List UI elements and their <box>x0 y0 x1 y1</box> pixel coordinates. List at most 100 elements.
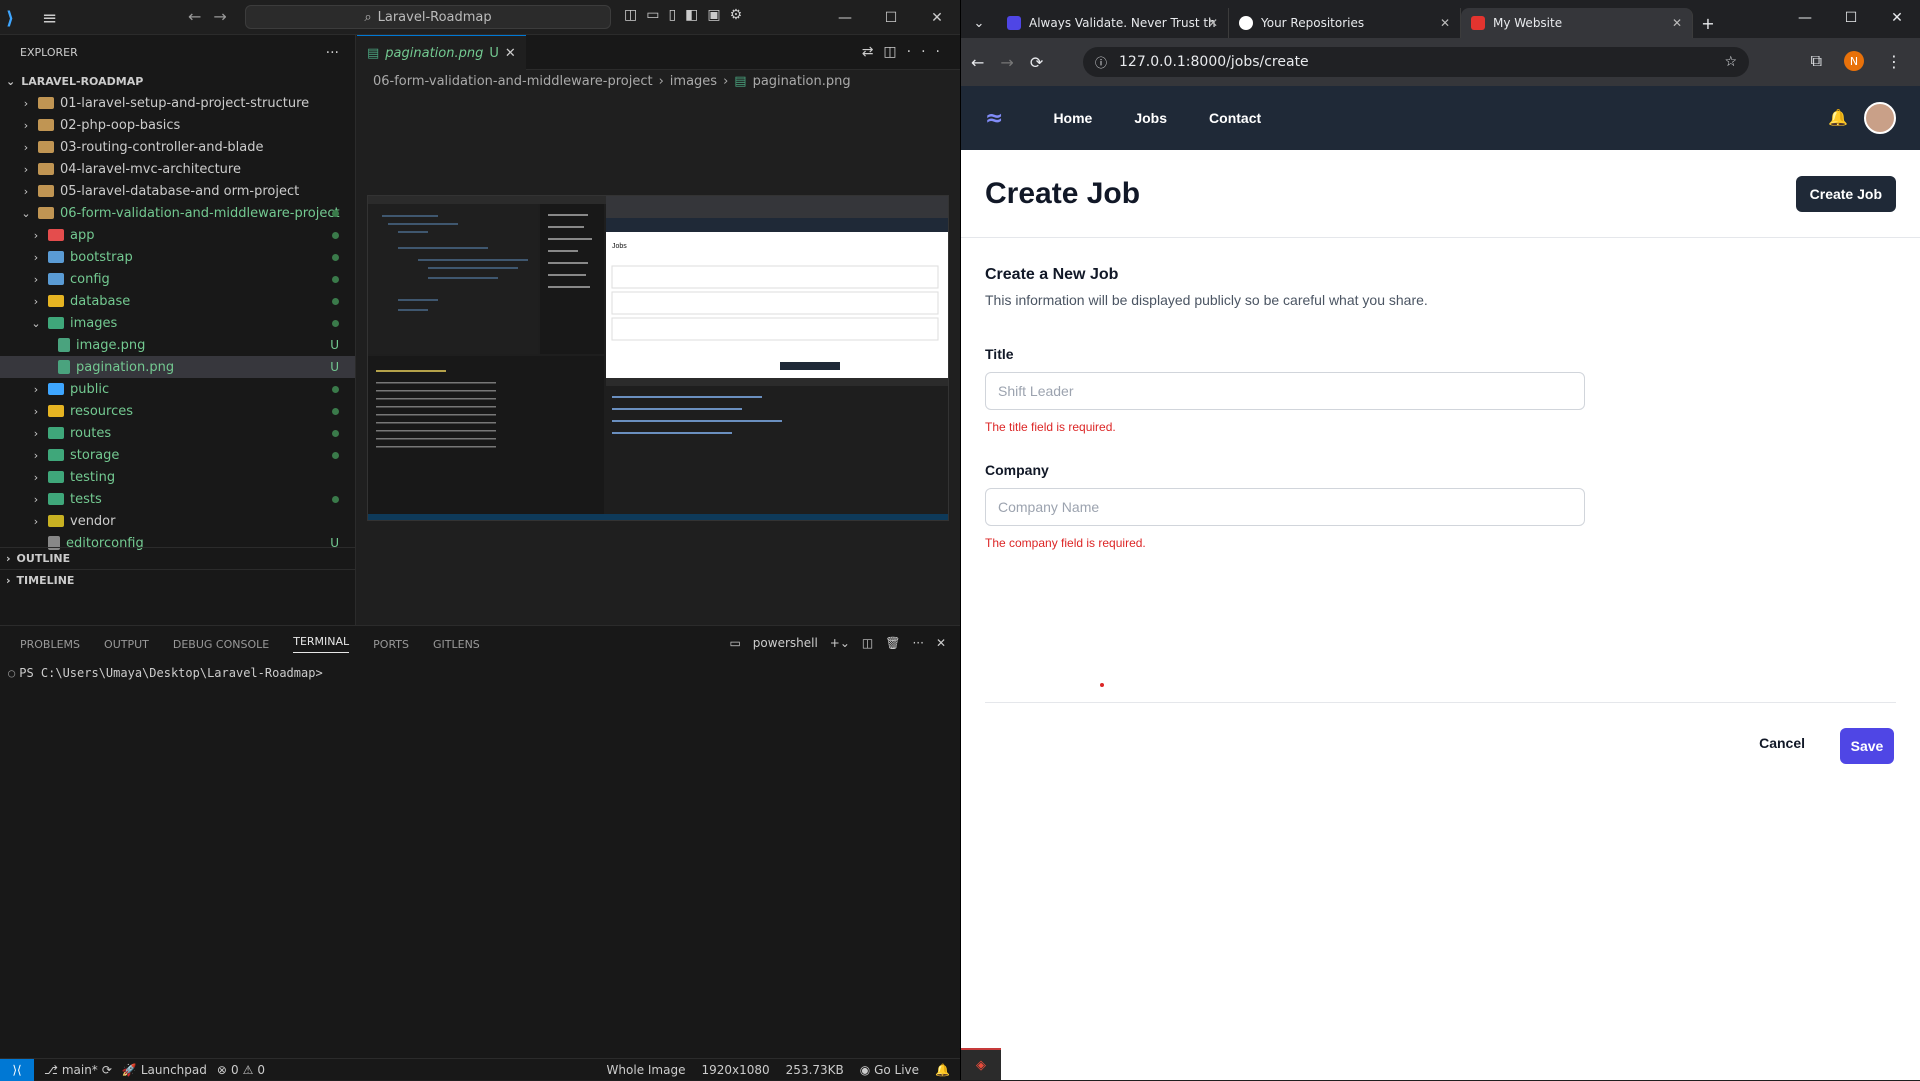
new-tab-icon[interactable]: + <box>1693 8 1723 38</box>
git-status-dot <box>332 250 339 264</box>
menu-icon[interactable]: ≡ <box>42 8 57 29</box>
cursor-dot <box>1100 683 1104 687</box>
back-icon[interactable]: ← <box>971 53 984 72</box>
tab-debug-console[interactable]: DEBUG CONSOLE <box>173 638 269 651</box>
maximize-icon[interactable]: ☐ <box>868 0 914 35</box>
launchpad-status[interactable]: 🚀 Launchpad <box>122 1063 207 1077</box>
close-panel-icon[interactable]: ✕ <box>936 636 946 650</box>
problems-status[interactable]: ⊗ 0 ⚠ 0 <box>217 1063 265 1077</box>
bell-icon[interactable]: 🔔 <box>935 1063 950 1077</box>
address-bar[interactable]: ⓘ 127.0.0.1:8000/jobs/create ☆ <box>1083 47 1749 77</box>
git-status-badge: U <box>330 338 339 352</box>
more-icon[interactable]: ··· <box>326 45 339 61</box>
trash-icon[interactable]: 🗑 <box>885 636 900 650</box>
close-icon[interactable]: ✕ <box>1874 0 1920 35</box>
laravel-debugbar-icon[interactable]: ◈ <box>961 1048 1001 1080</box>
minimize-icon[interactable]: — <box>822 0 868 35</box>
close-icon[interactable]: ✕ <box>914 0 960 35</box>
bell-icon[interactable]: 🔔 <box>1828 108 1848 127</box>
logo-icon[interactable]: ≈ <box>985 106 1003 131</box>
tab-ports[interactable]: PORTS <box>373 638 409 651</box>
tree-item[interactable]: › 02-php-oop-basics <box>0 114 355 136</box>
create-job-button[interactable]: Create Job <box>1795 175 1896 212</box>
tree-item[interactable]: › database <box>0 290 355 312</box>
tree-item[interactable]: › bootstrap <box>0 246 355 268</box>
workspace-root[interactable]: ⌄ LARAVEL-ROADMAP <box>0 70 355 92</box>
browser-tab-0[interactable]: Always Validate. Never Trust th ✕ <box>997 8 1229 38</box>
browser-tab-2[interactable]: My Website ✕ <box>1461 8 1693 38</box>
github-icon <box>1239 16 1253 30</box>
maximize-icon[interactable]: ☐ <box>1828 0 1874 35</box>
timeline-section[interactable]: › TIMELINE <box>0 569 355 591</box>
split-terminal-icon[interactable]: ◫ <box>862 636 873 650</box>
tree-item[interactable]: › tests <box>0 488 355 510</box>
golive-status[interactable]: ◉ Go Live <box>860 1063 919 1077</box>
company-input[interactable] <box>985 488 1585 526</box>
bookmark-star-icon[interactable]: ☆ <box>1724 54 1737 70</box>
terminal-icon: ▭ <box>729 636 741 650</box>
tree-item-label: 06-form-validation-and-middleware-projec… <box>60 205 340 221</box>
tree-item[interactable]: image.png U <box>0 334 355 356</box>
tree-item[interactable]: › routes <box>0 422 355 444</box>
new-terminal-icon[interactable]: +⌄ <box>830 636 850 650</box>
tree-item[interactable]: › app <box>0 224 355 246</box>
forward-icon[interactable]: → <box>1000 53 1013 72</box>
tree-item[interactable]: › vendor <box>0 510 355 532</box>
tree-item[interactable]: › testing <box>0 466 355 488</box>
site-info-icon[interactable]: ⓘ <box>1095 54 1107 71</box>
command-search[interactable]: ⌕ Laravel-Roadmap <box>245 5 611 29</box>
terminal[interactable]: ○ PS C:\Users\Umaya\Desktop\Laravel-Roadm… <box>0 662 960 684</box>
avatar[interactable] <box>1864 102 1896 134</box>
launchpad-icon: 🚀 <box>121 1062 137 1077</box>
outline-section[interactable]: › OUTLINE <box>0 547 355 569</box>
title-input[interactable] <box>985 372 1585 410</box>
close-icon[interactable]: ✕ <box>505 46 516 61</box>
browser-tab-1[interactable]: Your Repositories ✕ <box>1229 8 1461 38</box>
folder-icon <box>38 185 54 197</box>
tree-item[interactable]: › 01-laravel-setup-and-project-structure <box>0 92 355 114</box>
company-field: Company The company field is required. <box>985 462 1896 550</box>
tab-output[interactable]: OUTPUT <box>104 638 149 651</box>
shell-label[interactable]: powershell <box>753 636 818 650</box>
nav-arrows-icon[interactable]: ←→ <box>188 7 239 26</box>
nav-jobs[interactable]: Jobs <box>1134 110 1167 126</box>
crumb-images[interactable]: images <box>670 74 717 89</box>
branch-status[interactable]: ⎇ main* ⟳ <box>44 1063 112 1077</box>
profile-avatar[interactable]: N <box>1844 51 1864 71</box>
save-button[interactable]: Save <box>1840 728 1894 764</box>
editor-tab-pagination[interactable]: ▤ pagination.png U ✕ <box>357 35 526 70</box>
tree-item[interactable]: › 03-routing-controller-and-blade <box>0 136 355 158</box>
minimize-icon[interactable]: — <box>1782 0 1828 35</box>
tree-item-label: 03-routing-controller-and-blade <box>60 139 264 155</box>
menu-dots-icon[interactable]: ⋮ <box>1886 52 1902 71</box>
tree-item[interactable]: pagination.png U <box>0 356 355 378</box>
tree-item[interactable]: › storage <box>0 444 355 466</box>
crumb-file[interactable]: pagination.png <box>753 74 851 89</box>
tab-search-icon[interactable]: ⌄ <box>961 8 997 38</box>
reload-icon[interactable]: ⟳ <box>1030 53 1043 72</box>
bottom-panel: PROBLEMS OUTPUT DEBUG CONSOLE TERMINAL P… <box>0 625 960 1062</box>
more-icon[interactable]: ··· <box>912 636 923 650</box>
tree-item[interactable]: ⌄ images <box>0 312 355 334</box>
tree-item[interactable]: › 05-laravel-database-and orm-project <box>0 180 355 202</box>
tree-item[interactable]: › resources <box>0 400 355 422</box>
tree-item[interactable]: › config <box>0 268 355 290</box>
editor-actions[interactable]: ⇄◫··· <box>862 44 950 60</box>
editor-area: ▤ pagination.png U ✕ ⇄◫··· 06-form-valid… <box>357 35 960 625</box>
folder-icon <box>48 427 64 439</box>
nav-contact[interactable]: Contact <box>1209 110 1261 126</box>
tab-problems[interactable]: PROBLEMS <box>20 638 80 651</box>
remote-icon[interactable]: ⟩⟨ <box>0 1058 34 1081</box>
cancel-button[interactable]: Cancel <box>1759 735 1805 751</box>
extensions-icon[interactable]: ⧉ <box>1811 51 1822 71</box>
tree-item[interactable]: › 04-laravel-mvc-architecture <box>0 158 355 180</box>
tree-item[interactable]: ⌄ 06-form-validation-and-middleware-proje… <box>0 202 355 224</box>
tree-item[interactable]: › public <box>0 378 355 400</box>
crumb-folder[interactable]: 06-form-validation-and-middleware-projec… <box>373 74 653 89</box>
zoom-status[interactable]: Whole Image <box>607 1063 686 1077</box>
nav-home[interactable]: Home <box>1053 110 1092 126</box>
layout-icons[interactable]: ◫▭▯◧▣⚙ <box>624 7 751 23</box>
tab-terminal[interactable]: TERMINAL <box>293 635 350 653</box>
folder-icon <box>48 251 64 263</box>
tab-gitlens[interactable]: GITLENS <box>433 638 480 651</box>
